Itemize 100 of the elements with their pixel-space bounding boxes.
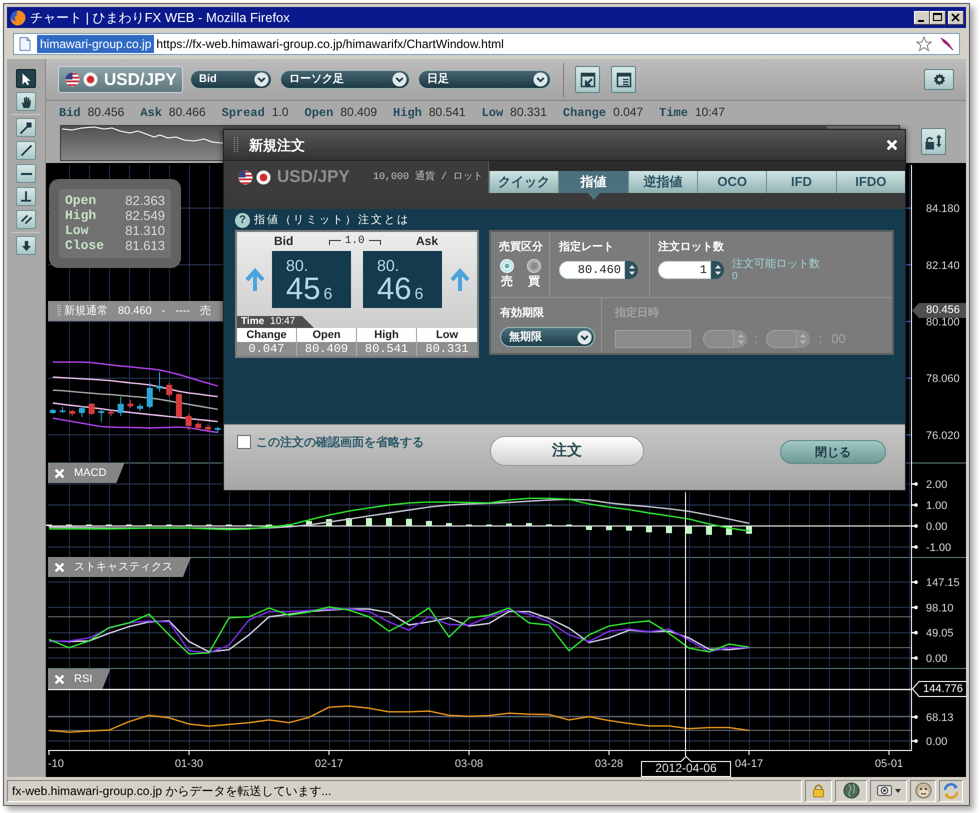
- ohlc-label: Low: [65, 222, 88, 240]
- table-cell: 80.541: [357, 342, 417, 356]
- caret-icon[interactable]: [894, 788, 900, 792]
- axis-label: 80.100: [926, 316, 960, 328]
- maximize-button[interactable]: [930, 10, 946, 24]
- currency-pair-button[interactable]: USD/JPY: [58, 66, 183, 93]
- checkbox[interactable]: [237, 435, 251, 449]
- help-icon[interactable]: ?: [235, 212, 250, 228]
- tool-button[interactable]: [16, 69, 36, 88]
- ohlc-label: Open: [65, 192, 96, 210]
- face-icon[interactable]: [914, 782, 932, 799]
- us-flag-icon: [65, 72, 80, 87]
- histogram-bar: [666, 526, 672, 534]
- hour-field[interactable]: [703, 330, 734, 348]
- axis-label: 2.00: [926, 479, 948, 491]
- settings-button[interactable]: [924, 69, 954, 90]
- bid-label: Bid: [274, 233, 294, 250]
- quote-label: Time: [659, 104, 688, 122]
- url-text[interactable]: https://fx-web.himawari-group.co.jp/himawarifx/ChartWindow.html: [156, 34, 504, 52]
- minute-field[interactable]: [766, 330, 797, 348]
- quote-label: Open: [304, 104, 334, 122]
- rate-field[interactable]: 80.460: [559, 261, 625, 279]
- tool-button[interactable]: [16, 141, 36, 160]
- axis-label: 0.00: [926, 736, 948, 748]
- quote-value: 80.541: [428, 104, 466, 120]
- axis-label: 76.020: [926, 430, 960, 442]
- dropdown[interactable]: Bid: [190, 70, 272, 89]
- field-label: 有効期限: [500, 307, 545, 320]
- histogram-bar: [386, 518, 392, 526]
- table-cell: 80.331: [417, 342, 477, 356]
- price-digits: 45: [286, 275, 320, 303]
- candlestick: [108, 410, 114, 416]
- time-separator: :: [754, 330, 758, 348]
- close-button[interactable]: 閉じる: [780, 440, 886, 464]
- down-arrow-icon: [22, 240, 30, 250]
- refresh-icon[interactable]: [943, 782, 959, 798]
- horizontal-line-icon: [20, 172, 32, 174]
- histogram-bar: [706, 526, 712, 535]
- globe-icon[interactable]: [842, 782, 860, 799]
- status-text: fx-web.himawari-group.co.jp からデータを転送しています...: [12, 782, 332, 800]
- hand-icon: [19, 94, 33, 108]
- up-down-arrows-icon: [738, 334, 744, 344]
- toolbar-button[interactable]: [575, 66, 600, 93]
- tool-button[interactable]: [16, 118, 36, 137]
- star-icon[interactable]: [916, 36, 932, 52]
- candlestick: [118, 396, 124, 416]
- quote-value: 10:47: [694, 104, 725, 120]
- order-button[interactable]: 注文: [490, 436, 644, 466]
- spread-value: 1.0: [344, 234, 365, 249]
- spinner-button[interactable]: [711, 261, 724, 279]
- tab[interactable]: 逆指値: [628, 171, 697, 193]
- dropdown[interactable]: 日足: [418, 70, 551, 89]
- histogram-bar: [506, 523, 512, 526]
- candlestick: [127, 399, 134, 408]
- radio-button[interactable]: [527, 259, 541, 273]
- tab[interactable]: OCO: [696, 171, 766, 193]
- indicator-label: RSI: [74, 672, 92, 687]
- tab[interactable]: クイック: [489, 171, 558, 193]
- tool-button[interactable]: [16, 92, 36, 111]
- padlock-arrows-icon: [925, 134, 942, 150]
- time-value: 10:47: [270, 317, 296, 327]
- expiry-dropdown[interactable]: 無期限: [500, 327, 595, 347]
- minimize-button[interactable]: [914, 10, 930, 24]
- site-identity-button[interactable]: himawari-group.co.jp: [37, 34, 154, 52]
- histogram-bar: [626, 526, 632, 531]
- spinner-button[interactable]: [625, 261, 638, 279]
- help-link[interactable]: 指値（リミット）注文とは: [254, 212, 410, 228]
- tool-button[interactable]: [16, 210, 36, 229]
- candlestick: [60, 406, 66, 414]
- tool-button[interactable]: [16, 164, 36, 183]
- quote-value: 1.0: [272, 104, 289, 120]
- japan-flag-icon: [83, 72, 98, 87]
- date-field[interactable]: [615, 330, 691, 348]
- chevron-icon: [392, 72, 407, 87]
- indicator-label: ストキャスティクス: [74, 560, 173, 575]
- quote-label: Low: [482, 104, 504, 122]
- close-button[interactable]: [948, 10, 964, 24]
- tab[interactable]: IFDO: [836, 171, 905, 193]
- gear-icon: [932, 73, 946, 86]
- tab-pointer-icon: [588, 193, 600, 200]
- camera-icon[interactable]: [876, 785, 892, 796]
- column-header: Change: [237, 328, 297, 342]
- lot-field[interactable]: 1: [658, 261, 711, 279]
- tool-button[interactable]: [16, 236, 36, 255]
- app-icon: [10, 10, 26, 26]
- quote-label: Change: [562, 104, 606, 122]
- toolbar-button[interactable]: [611, 66, 636, 93]
- tool-button[interactable]: [16, 187, 36, 206]
- dropdown[interactable]: ローソク足: [280, 70, 410, 89]
- tab[interactable]: IFD: [766, 171, 836, 193]
- close-icon[interactable]: [887, 140, 897, 150]
- time-label: Time: [241, 317, 264, 327]
- histogram-bar: [586, 526, 592, 530]
- axis-label: 0.00: [926, 653, 948, 665]
- price-pip: 6: [414, 287, 424, 303]
- dialog-title: 新規注文: [249, 136, 305, 154]
- quote-label: Spread: [222, 104, 265, 122]
- histogram-bar: [686, 526, 692, 534]
- lock-button[interactable]: [921, 128, 946, 155]
- column-header: High: [357, 328, 417, 342]
